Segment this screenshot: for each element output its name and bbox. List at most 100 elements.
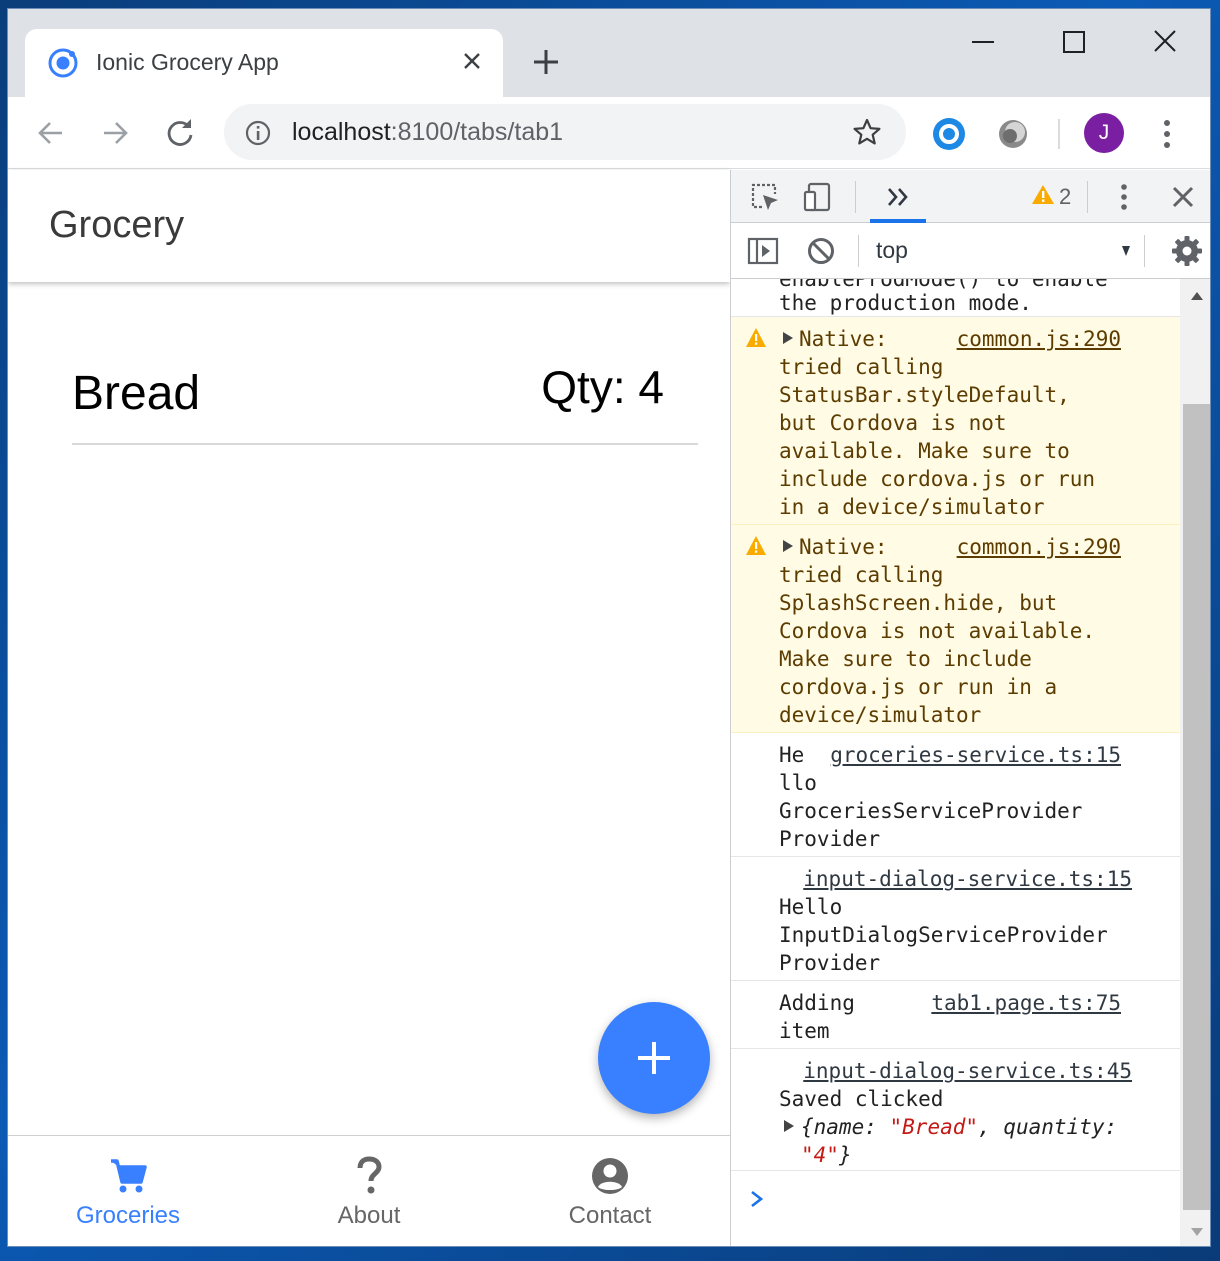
scroll-thumb[interactable] [1183,404,1210,1210]
toolbar-separator [1087,181,1088,213]
close-tab-icon[interactable] [460,49,484,73]
tab-label: Groceries [75,1202,181,1229]
message-prefix: Adding [779,991,855,1015]
address-bar[interactable]: localhost:8100/tabs/tab1 [224,104,906,160]
bookmark-star-icon[interactable] [852,117,882,147]
source-link[interactable]: input-dialog-service.ts:45 [803,1057,1132,1085]
console-message: He groceries-service.ts:15 llo Groceries… [731,733,1180,857]
browser-toolbar: localhost:8100/tabs/tab1 J [8,97,1210,169]
forward-arrow-icon[interactable] [97,115,133,151]
object-name-value: "Bread" [889,1115,979,1139]
message-text: Saved clicked [779,1087,944,1111]
settings-gear-icon[interactable] [1171,235,1203,267]
message-text: available. Make sure to [779,439,1070,463]
message-prefix: He [779,743,805,767]
message-text: Hello [779,895,843,919]
message-text: include cordova.js or run [779,467,1096,491]
close-devtools-icon[interactable] [1167,181,1199,213]
console-toolbar: top [731,223,1210,279]
tab-bar: Groceries About Contact [8,1135,730,1246]
context-selector[interactable]: top [876,237,908,264]
message-text: item [779,1019,830,1043]
message-text: in a device/simulator [779,495,1045,519]
profile-avatar[interactable]: J [1084,113,1124,153]
browser-tab[interactable]: Ionic Grocery App [25,29,503,97]
tab-about[interactable]: About [249,1136,489,1246]
url-path: :8100/tabs/tab1 [390,118,564,146]
close-icon[interactable] [1145,27,1185,57]
message-text: tried calling [779,355,944,379]
toolbar-separator [855,181,856,213]
source-link[interactable]: groceries-service.ts:15 [830,741,1121,769]
url-text[interactable]: localhost:8100/tabs/tab1 [292,118,563,147]
cart-icon [111,1159,147,1193]
tab-title: Ionic Grocery App [96,49,279,75]
message-prefix: Native: [799,327,888,351]
new-tab-icon[interactable] [531,47,561,77]
device-toolbar-icon[interactable] [803,181,835,213]
message-text: GroceriesServiceProvider [779,799,1083,823]
scroll-up-arrow-icon[interactable] [1190,291,1204,301]
object-preview[interactable]: "4"} [801,1141,852,1169]
message-text: the production mode. [779,291,1032,315]
clear-console-icon[interactable] [805,235,837,267]
message-text: tried calling [779,563,944,587]
devtools-toolbar: 2 [731,170,1210,223]
tab-groceries[interactable]: Groceries [8,1136,248,1246]
object-close: } [838,1143,852,1167]
more-menu-icon[interactable] [1156,117,1178,151]
toolbar-separator [858,235,859,267]
more-panels-icon[interactable] [882,181,914,213]
browser-window: Ionic Grocery App localhost:8100/tabs/ta… [7,8,1211,1247]
extension-icon[interactable] [932,117,966,151]
extension-icon[interactable] [996,117,1030,151]
warning-icon[interactable] [1031,183,1055,207]
warning-icon [746,536,766,555]
expand-triangle-icon[interactable] [783,1119,795,1133]
tab-contact[interactable]: Contact [490,1136,730,1246]
add-item-button[interactable] [598,1002,710,1114]
app-viewport: Grocery Bread Qty: 4 Groceries About Con… [8,170,730,1246]
back-arrow-icon[interactable] [33,115,69,151]
plus-icon [638,1042,670,1074]
warning-count[interactable]: 2 [1059,184,1071,210]
message-text: Make sure to include [779,647,1032,671]
message-text: StatusBar.styleDefault, [779,383,1070,407]
toolbar-separator [1058,119,1060,149]
console-output[interactable]: enableProdMode() to enable the productio… [731,279,1180,1246]
show-sidebar-icon[interactable] [747,235,779,267]
devtools-panel: 2 top enableProdMode() to enable the pro… [730,170,1210,1246]
source-link[interactable]: tab1.page.ts:75 [931,989,1121,1017]
message-text: device/simulator [779,703,982,727]
source-link[interactable]: input-dialog-service.ts:15 [803,865,1132,893]
object-preview[interactable]: {name: "Bread", quantity: [801,1113,1117,1141]
console-message: input-dialog-service.ts:15 Hello InputDi… [731,857,1180,981]
message-text: Provider [779,951,881,975]
site-info-icon[interactable] [244,119,272,147]
app-header: Grocery [8,170,730,282]
object-mid: , quantity: [978,1115,1118,1139]
ionic-logo-icon [48,48,78,78]
warning-icon [746,328,766,347]
expand-triangle-icon[interactable] [782,331,794,345]
console-warning: Native: common.js:290 tried calling Spla… [731,525,1180,733]
customize-menu-icon[interactable] [1116,181,1132,213]
message-text: cordova.js or run in a [779,675,1058,699]
list-item[interactable]: Bread Qty: 4 [72,340,698,445]
scroll-down-arrow-icon[interactable] [1190,1227,1204,1237]
page-title: Grocery [49,204,185,246]
person-circle-icon [592,1158,628,1194]
console-scrollbar[interactable] [1180,279,1210,1246]
item-quantity: Qty: 4 [541,361,664,413]
dropdown-arrow-icon[interactable] [1121,245,1131,257]
inspect-element-icon[interactable] [749,181,781,213]
message-text: llo [779,771,817,795]
source-link[interactable]: common.js:290 [957,325,1121,353]
maximize-icon[interactable] [1054,27,1094,57]
minimize-icon[interactable] [963,27,1003,57]
console-message: input-dialog-service.ts:45 Saved clicked… [731,1049,1180,1171]
reload-icon[interactable] [162,115,198,151]
expand-triangle-icon[interactable] [782,539,794,553]
tab-strip: Ionic Grocery App [8,9,1210,97]
source-link[interactable]: common.js:290 [957,533,1121,561]
